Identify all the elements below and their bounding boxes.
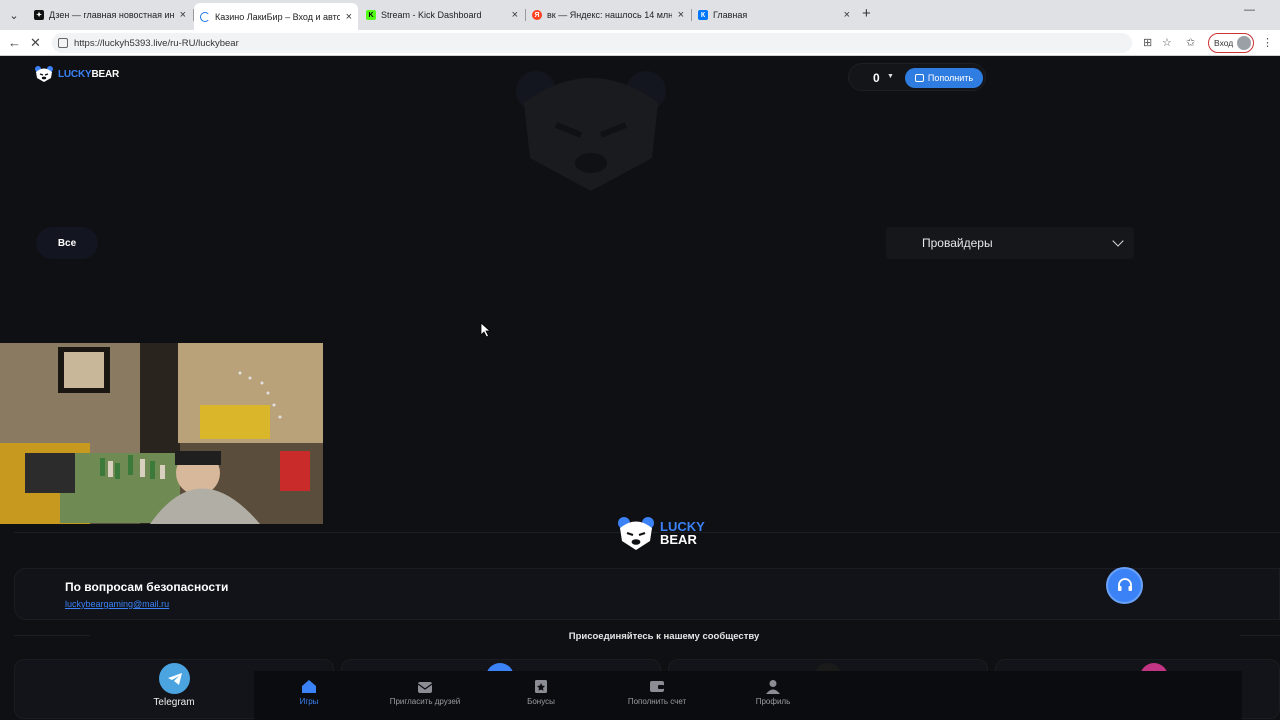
favorites-icon[interactable]: ✩ [1186,36,1195,49]
telegram-plane-icon [167,672,182,685]
filter-all-button[interactable]: Все [36,227,98,259]
tab-title: вк — Яндекс: нашлось 14 млн ре [547,10,672,20]
favorite-star-icon[interactable]: ☆ [1162,36,1172,49]
address-bar[interactable]: https://luckyh5393.live/ru-RU/luckybear [52,33,1132,53]
nav-bonuses-label: Бонусы [527,697,555,706]
bottom-navigation: Игры Пригласить друзей Бонусы Пополнить … [254,671,1242,720]
profile-icon [766,680,780,694]
telegram-icon[interactable] [159,663,190,694]
site-info-icon[interactable] [58,38,68,48]
address-toolbar: ← ✕ https://luckyh5393.live/ru-RU/luckyb… [0,30,1280,56]
logo-text-bear: BEAR [91,68,119,80]
footer-logo-text: LUCKY BEAR [660,520,705,546]
mouse-cursor-icon [480,322,492,338]
headset-icon [1117,577,1132,591]
tab-dzen[interactable]: ✦ Дзен — главная новостная инфо × [28,4,192,26]
kick-icon: K [366,10,376,20]
close-icon[interactable]: × [346,11,352,23]
nav-games-label: Игры [299,697,319,706]
tab-yandex[interactable]: Я вк — Яндекс: нашлось 14 млн ре × [526,4,690,26]
tab-title: Главная [713,10,748,20]
wallet-panel: 0 ▼ Пополнить [848,63,986,91]
nav-profile[interactable]: Профиль [718,679,828,706]
logo-text-lucky: LUCKY [58,68,92,80]
providers-label: Провайдеры [922,236,993,250]
nav-games[interactable]: Игры [254,679,364,706]
loading-icon [200,11,210,22]
close-icon[interactable]: × [180,9,186,21]
tab-title: Казино ЛакиБир – Вход и автори [215,11,340,22]
close-icon[interactable]: × [512,9,518,21]
tab-luckybear[interactable]: Казино ЛакиБир – Вход и автори × [194,3,358,30]
bear-logo-icon [35,66,53,82]
wallet-icon [650,681,664,692]
dzen-icon: ✦ [34,10,44,20]
bonus-icon [535,680,547,693]
nav-deposit[interactable]: Пополнить счет [602,679,712,706]
balance-value[interactable]: 0 [873,71,880,85]
support-chat-button[interactable] [1106,567,1143,604]
tab-kick[interactable]: K Stream - Kick Dashboard × [360,4,524,26]
bear-mascot-watermark [516,71,666,191]
home-icon [302,680,316,693]
nav-profile-label: Профиль [755,697,791,706]
casino-page: LUCKYBEAR 0 ▼ Пополнить Все Провайдеры L… [0,57,1280,720]
logo-text: LUCKYBEAR [58,69,119,80]
browser-tab-bar: ⌄ ✦ Дзен — главная новостная инфо × Кази… [0,0,1280,30]
vk-icon: К [698,10,708,20]
nav-bonuses[interactable]: Бонусы [486,679,596,706]
community-title: Присоединяйтесь к нашему сообществу [568,631,760,642]
deposit-button[interactable]: Пополнить [905,68,983,88]
signin-label: Вход [1214,38,1234,48]
minimize-button[interactable]: — [1244,4,1255,16]
chevron-down-icon [1112,235,1124,247]
nav-deposit-label: Пополнить счет [627,697,687,706]
stop-loading-icon[interactable]: ✕ [30,35,41,51]
security-title: По вопросам безопасности [65,580,229,594]
providers-dropdown[interactable]: Провайдеры [886,227,1134,259]
close-icon[interactable]: × [844,9,850,21]
tab-title: Stream - Kick Dashboard [381,10,482,20]
wallet-icon [914,74,924,82]
bear-logo-icon [618,517,654,550]
filter-all-label: Все [57,237,77,249]
yandex-icon: Я [532,10,542,20]
back-icon[interactable]: ← [8,35,21,50]
site-logo[interactable]: LUCKYBEAR [34,65,119,83]
signin-button[interactable]: Вход [1208,33,1254,53]
close-icon[interactable]: × [678,9,684,21]
webcam-overlay [0,343,323,524]
security-email-link[interactable]: luckybeargaming@mail.ru [65,599,169,609]
avatar [1237,36,1252,50]
telegram-label: Telegram [153,697,195,708]
security-contact-box: По вопросам безопасности luckybeargaming… [14,568,1280,620]
url-text: https://luckyh5393.live/ru-RU/luckybear [74,37,239,49]
apps-icon[interactable]: ⊞ [1143,36,1152,49]
currency-dropdown-icon[interactable]: ▼ [887,73,894,80]
tab-title: Дзен — главная новостная инфо [49,10,174,20]
footer-logo-bear: BEAR [660,532,697,547]
tab-search-button[interactable]: ⌄ [4,6,24,24]
webcam-video [0,343,323,524]
nav-invite-label: Пригласить друзей [389,697,461,706]
footer-logo[interactable]: LUCKY BEAR [616,515,705,551]
new-tab-button[interactable]: + [862,5,871,22]
nav-invite-friends[interactable]: Пригласить друзей [370,679,480,706]
deposit-label: Пополнить [927,73,974,83]
tab-vk[interactable]: К Главная × [692,4,856,26]
invite-icon [417,682,433,693]
more-menu-icon[interactable]: ⋮ [1262,36,1273,49]
